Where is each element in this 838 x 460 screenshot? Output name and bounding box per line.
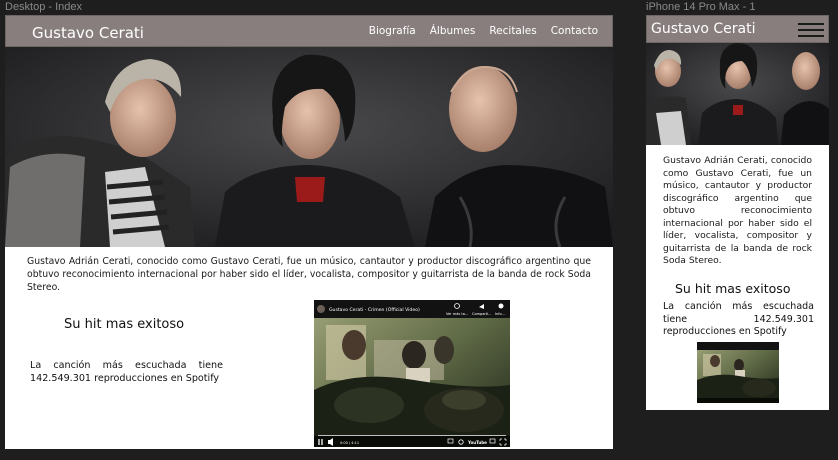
navbar: Gustavo Cerati Biografía Álbumes Recital… xyxy=(5,15,613,47)
video-title: Gustavo Cerati - Crimen (Official Video) xyxy=(329,307,420,313)
mobile-bio-paragraph: Gustavo Adrián Cerati, conocido como Gus… xyxy=(663,155,812,266)
video-watch-later[interactable]: Ver más ta... xyxy=(446,312,468,316)
info-icon xyxy=(498,303,504,309)
mobile-video-player[interactable] xyxy=(697,342,779,403)
site-brand[interactable]: Gustavo Cerati xyxy=(32,24,144,42)
video-share[interactable]: Comparti... xyxy=(472,312,491,316)
mobile-site-brand[interactable]: Gustavo Cerati xyxy=(651,21,756,37)
video-thumbnail: Gustavo Cerati - Crimen (Official Video)… xyxy=(314,300,510,447)
mobile-frame[interactable]: Gustavo Cerati Gustavo Adrián Cerati, co… xyxy=(646,15,829,410)
mobile-frame-label[interactable]: iPhone 14 Pro Max - 1 xyxy=(646,1,755,13)
video-player[interactable]: Gustavo Cerati - Crimen (Official Video)… xyxy=(314,300,510,447)
mobile-hit-heading: Su hit mas exitoso xyxy=(675,281,791,296)
mobile-video-thumbnail xyxy=(697,342,779,403)
desktop-frame-label[interactable]: Desktop - Index xyxy=(5,1,82,13)
mobile-band-photo-image xyxy=(646,43,829,145)
nav-link-recitales[interactable]: Recitales xyxy=(489,25,536,37)
video-time: 0:00 / 4:11 xyxy=(340,441,359,445)
nav-link-albumes[interactable]: Álbumes xyxy=(430,25,476,37)
hit-heading: Su hit mas exitoso xyxy=(64,317,185,332)
mobile-hit-description: La canción más escuchada tiene 142.549.3… xyxy=(663,301,814,337)
mobile-hero-band-photo xyxy=(646,43,829,145)
video-info[interactable]: Info... xyxy=(495,312,505,316)
hero-band-photo xyxy=(5,47,613,247)
bio-paragraph: Gustavo Adrián Cerati, conocido como Gus… xyxy=(27,256,591,293)
hit-description: La canción más escuchada tiene 142.549.3… xyxy=(30,360,223,384)
nav-links: Biografía Álbumes Recitales Contacto xyxy=(369,25,598,37)
youtube-logo[interactable]: YouTube xyxy=(467,440,487,445)
hamburger-menu-icon[interactable] xyxy=(798,20,824,40)
mobile-navbar: Gustavo Cerati xyxy=(646,15,829,43)
nav-link-biografia[interactable]: Biografía xyxy=(369,25,416,37)
desktop-frame[interactable]: Gustavo Cerati Biografía Álbumes Recital… xyxy=(5,15,613,449)
nav-link-contacto[interactable]: Contacto xyxy=(551,25,598,37)
band-photo-image xyxy=(5,47,613,247)
